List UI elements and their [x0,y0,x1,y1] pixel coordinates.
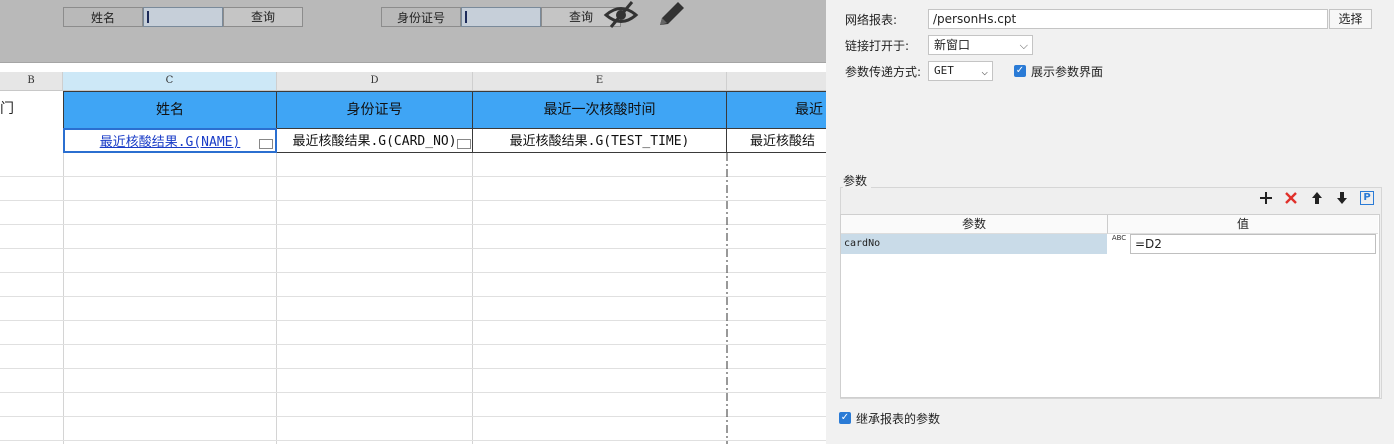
header-cell-id-number[interactable]: 身份证号 [277,91,473,128]
param-p-icon[interactable]: P [1360,191,1374,205]
open-in-label: 链接打开于: [845,39,910,53]
delete-icon[interactable] [1284,191,1298,205]
params-column-header-param: 参数 [841,215,1108,234]
column-header-bar: B C D E [0,72,826,91]
chevron-down-icon: ⌵ [981,65,988,78]
column-b-header[interactable]: B [0,72,63,90]
add-icon[interactable] [1259,191,1273,205]
data-cell-partial[interactable]: 最近核酸结 [727,128,826,153]
method-label: 参数传递方式: [845,65,922,79]
params-title: 参数 [843,172,872,189]
param-value-input[interactable]: =D2 [1130,234,1376,254]
header-cell-name[interactable]: 姓名 [63,91,277,128]
open-in-select[interactable]: 新窗口 ⌵ [928,35,1033,55]
params-column-header-value: 值 [1108,215,1378,234]
header-cell-last-test-time[interactable]: 最近一次核酸时间 [473,91,727,128]
method-select[interactable]: GET ⌵ [928,61,993,81]
column-c-header[interactable]: C [63,72,277,90]
name-param-input[interactable] [143,7,223,27]
move-up-icon[interactable] [1310,191,1324,205]
name-param-label: 姓名 [63,7,143,27]
data-cell-card-no[interactable]: 最近核酸结果.G(CARD_NO) [277,128,473,153]
choose-button[interactable]: 选择 [1329,9,1372,29]
inherit-params-label: 继承报表的参数 [856,412,941,426]
show-params-checkbox[interactable]: ✓ [1014,65,1026,77]
data-cell-test-time[interactable]: 最近核酸结果.G(TEST_TIME) [473,128,727,153]
move-down-icon[interactable] [1335,191,1349,205]
pencil-icon[interactable] [655,0,687,30]
id-param-input[interactable] [461,7,541,27]
expand-marker-icon [259,139,273,149]
expand-marker-icon [457,139,471,149]
header-cell-last-partial[interactable]: 最近 [727,91,826,128]
column-d-header[interactable]: D [277,72,473,90]
parameter-pane: 姓名 查询 身份证号 查询 [0,0,826,63]
report-path-input[interactable]: /personHs.cpt [928,9,1328,29]
header-cell-b[interactable]: 门 [0,91,63,128]
page-break-line [726,153,728,444]
data-cell-name-selected[interactable]: 最近核酸结果.G(NAME) [63,128,277,153]
param-name-cell[interactable]: cardNo [841,234,1107,254]
name-query-button[interactable]: 查询 [223,7,303,27]
id-param-label: 身份证号 [381,7,461,27]
column-e-header[interactable]: E [473,72,727,90]
show-params-label: 展示参数界面 [1031,65,1104,79]
value-type-icon[interactable]: ABC [1108,234,1130,254]
report-label: 网络报表: [845,13,898,27]
inherit-params-checkbox[interactable]: ✓ [839,412,851,424]
column-f-header[interactable] [727,72,826,90]
eye-off-icon[interactable] [603,0,639,30]
chevron-down-icon: ⌵ [1019,39,1028,52]
